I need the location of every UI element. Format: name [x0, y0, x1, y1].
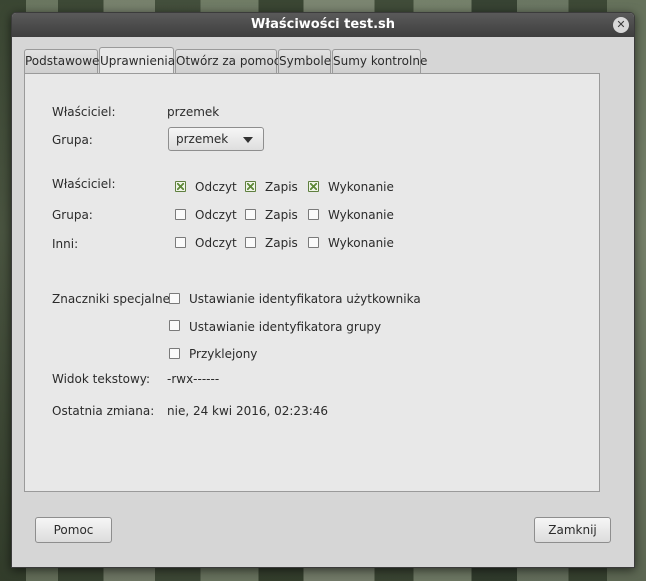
others-read-checkbox[interactable]: [175, 237, 186, 248]
last-change-label: Ostatnia zmiana:: [52, 404, 155, 418]
perm-row-group-label: Grupa:: [52, 208, 93, 222]
group-execute-checkbox[interactable]: [308, 209, 319, 220]
setgid-checkbox[interactable]: [169, 320, 180, 331]
group-read-checkbox[interactable]: [175, 209, 186, 220]
others-write-checkbox[interactable]: [245, 237, 256, 248]
close-button[interactable]: Zamknij: [534, 517, 611, 543]
group-label: Grupa:: [52, 133, 93, 147]
setuid-checkbox[interactable]: [169, 293, 180, 304]
tab-symbole[interactable]: Symbole: [278, 49, 331, 73]
text-view-label: Widok tekstowy:: [52, 372, 151, 386]
tab-otworz-za-pomoca[interactable]: Otwórz za pomocą: [175, 49, 288, 73]
owner-read-checkbox[interactable]: [175, 181, 186, 192]
owner-write-checkbox[interactable]: [245, 181, 256, 192]
others-execute-checkbox[interactable]: [308, 237, 319, 248]
tab-podstawowe[interactable]: Podstawowe: [24, 49, 99, 73]
others-read-label: Odczyt: [195, 236, 237, 250]
window-title: Właściwości test.sh: [250, 17, 396, 32]
perm-row-others-label: Inni:: [52, 237, 79, 251]
owner-label: Właściciel:: [52, 105, 116, 119]
others-write-label: Zapis: [265, 236, 298, 250]
group-write-checkbox[interactable]: [245, 209, 256, 220]
group-read-label: Odczyt: [195, 208, 237, 222]
group-select-value: przemek: [176, 132, 229, 146]
permissions-panel: [24, 73, 600, 492]
others-execute-label: Wykonanie: [328, 236, 394, 250]
owner-read-label: Odczyt: [195, 180, 237, 194]
owner-execute-label: Wykonanie: [328, 180, 394, 194]
perm-row-owner-label: Właściciel:: [52, 177, 116, 191]
owner-value: przemek: [167, 105, 220, 119]
help-button[interactable]: Pomoc: [35, 517, 112, 543]
group-write-label: Zapis: [265, 208, 298, 222]
setgid-label: Ustawianie identyfikatora grupy: [189, 320, 382, 334]
tab-sumy-kontrolne[interactable]: Sumy kontrolne: [332, 49, 427, 73]
close-icon[interactable]: ✕: [613, 17, 629, 33]
group-execute-label: Wykonanie: [328, 208, 394, 222]
sticky-label: Przyklejony: [189, 347, 258, 361]
owner-write-label: Zapis: [265, 180, 298, 194]
text-view-value: -rwx------: [167, 372, 220, 386]
title-bar[interactable]: Właściwości test.sh ✕: [12, 13, 634, 37]
setuid-label: Ustawianie identyfikatora użytkownika: [189, 292, 421, 306]
owner-execute-checkbox[interactable]: [308, 181, 319, 192]
last-change-value: nie, 24 kwi 2016, 02:23:46: [167, 404, 329, 418]
special-flags-label: Znaczniki specjalne:: [52, 292, 175, 306]
group-select[interactable]: przemek: [168, 127, 264, 151]
tab-uprawnienia[interactable]: Uprawnienia: [99, 47, 175, 73]
chevron-down-icon: [243, 137, 253, 143]
sticky-checkbox[interactable]: [169, 348, 180, 359]
